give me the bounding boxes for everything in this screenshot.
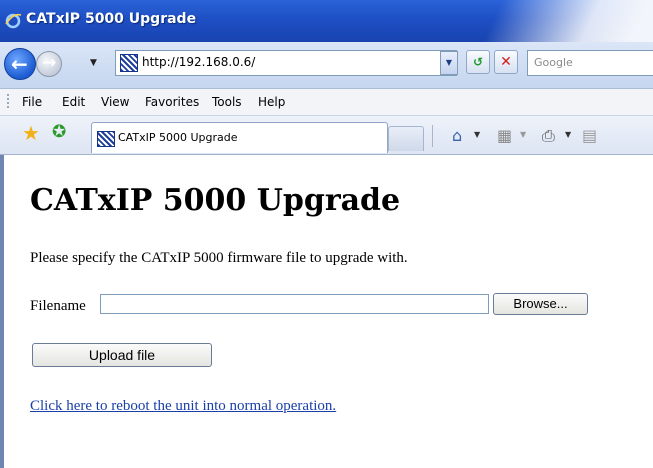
url-text: http://192.168.0.6/: [142, 55, 256, 69]
feeds-dropdown-icon[interactable]: ▼: [520, 130, 526, 139]
tab-label: CATxIP 5000 Upgrade: [118, 131, 238, 144]
history-dropdown-icon[interactable]: ▼: [90, 58, 97, 68]
filename-label: Filename: [30, 298, 86, 314]
address-toolbar: ← → ▼ http://192.168.0.6/ ▼ ↺ ✕ Google: [0, 42, 653, 89]
forward-arrow-icon: →: [42, 53, 57, 73]
stop-button[interactable]: ✕: [494, 50, 518, 74]
address-bar[interactable]: http://192.168.0.6/: [115, 50, 457, 76]
reboot-link[interactable]: Click here to reboot the unit into norma…: [30, 398, 336, 415]
add-favorite-icon[interactable]: ✪: [52, 122, 66, 142]
instructions-text: Please specify the CATxIP 5000 firmware …: [30, 250, 408, 266]
new-tab-button[interactable]: [388, 126, 424, 151]
menu-bar: File Edit View Favorites Tools Help: [0, 89, 653, 116]
refresh-button[interactable]: ↺: [466, 50, 490, 74]
home-icon[interactable]: ⌂: [452, 126, 462, 145]
filename-field[interactable]: [100, 294, 489, 314]
toolbar-grip: [7, 94, 9, 110]
address-dropdown-button[interactable]: ▼: [440, 51, 458, 75]
refresh-icon: ↺: [472, 55, 484, 69]
star-icon[interactable]: ★: [22, 121, 40, 145]
menu-tools[interactable]: Tools: [212, 95, 242, 109]
title-bar: CATxIP 5000 Upgrade: [0, 0, 653, 42]
tab-catxip-upgrade[interactable]: CATxIP 5000 Upgrade: [91, 122, 388, 153]
ie-logo-icon: [5, 13, 22, 29]
back-arrow-icon: ←: [11, 52, 28, 76]
page-icon[interactable]: ▤: [582, 126, 597, 145]
toolbar-separator: [432, 125, 433, 147]
back-button[interactable]: ←: [4, 48, 36, 80]
menu-help[interactable]: Help: [258, 95, 285, 109]
forward-button[interactable]: →: [36, 51, 62, 77]
print-dropdown-icon[interactable]: ▼: [565, 130, 571, 139]
stop-icon: ✕: [500, 54, 512, 70]
site-favicon-icon: [120, 54, 138, 72]
tab-bar: ★ ✪ CATxIP 5000 Upgrade ⌂ ▼ ▦ ▼ ⎙ ▼ ▤: [0, 116, 653, 155]
window-title: CATxIP 5000 Upgrade: [26, 11, 197, 27]
home-dropdown-icon[interactable]: ▼: [474, 130, 480, 139]
printer-icon[interactable]: ⎙: [542, 126, 555, 146]
page-content: CATxIP 5000 Upgrade Please specify the C…: [0, 155, 653, 468]
search-placeholder: Google: [534, 56, 573, 69]
rss-feed-icon[interactable]: ▦: [497, 126, 512, 145]
menu-file[interactable]: File: [22, 95, 42, 109]
search-input[interactable]: Google: [527, 50, 653, 76]
upload-file-button[interactable]: Upload file: [32, 343, 212, 367]
page-title: CATxIP 5000 Upgrade: [30, 183, 401, 218]
tab-favicon-icon: [97, 131, 115, 147]
menu-edit[interactable]: Edit: [62, 95, 85, 109]
menu-view[interactable]: View: [101, 95, 129, 109]
browse-button[interactable]: Browse...: [493, 293, 588, 315]
menu-favorites[interactable]: Favorites: [145, 95, 199, 109]
